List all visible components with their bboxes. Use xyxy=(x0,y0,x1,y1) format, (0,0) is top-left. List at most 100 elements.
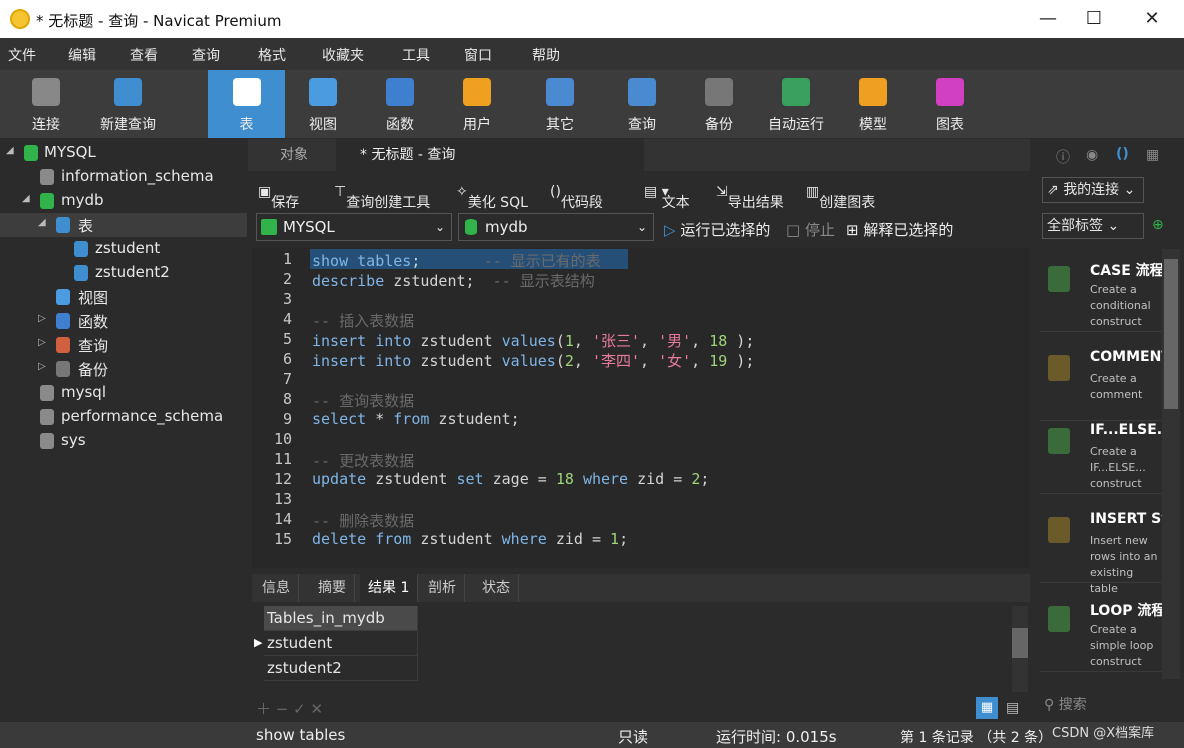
create-chart-button[interactable]: ▥ 创建图表 xyxy=(806,184,875,211)
connect-button[interactable]: 连接 xyxy=(14,70,78,138)
snippet-icon[interactable]: () xyxy=(1116,146,1129,162)
grid-view-icon[interactable]: ▦ xyxy=(976,697,998,719)
tab-result-1[interactable]: 结果 1 xyxy=(360,574,419,602)
snippet-icon xyxy=(1048,266,1070,292)
menu-window[interactable]: 窗口 xyxy=(464,45,492,65)
code-snippet-button[interactable]: () 代码段 xyxy=(550,184,603,211)
tree-item-backups[interactable]: ▷ 备份 xyxy=(0,357,247,381)
user-icon xyxy=(463,78,491,106)
column-header[interactable]: Tables_in_mydb xyxy=(264,606,418,631)
menu-tools[interactable]: 工具 xyxy=(402,45,430,65)
my-connections-select[interactable]: ⇗ 我的连接 ⌄ xyxy=(1042,177,1144,203)
tag-select[interactable]: 全部标签 ⌄ xyxy=(1042,213,1144,239)
snippet-card[interactable]: INSERT SyInsert new rows into an existin… xyxy=(1040,503,1162,595)
view-button[interactable]: 视图 xyxy=(292,70,354,138)
snippet-scrollbar[interactable] xyxy=(1162,249,1180,679)
snippet-card[interactable]: COMMENTCreate a comment xyxy=(1040,341,1162,421)
query-builder-button[interactable]: ⊤ 查询创建工具 xyxy=(334,184,430,211)
tree-item-mydb[interactable]: ◢ mydb xyxy=(0,189,247,213)
tab-objects[interactable]: 对象 xyxy=(268,139,320,171)
info-icon[interactable]: ⓘ xyxy=(1056,147,1070,167)
menu-edit[interactable]: 编辑 xyxy=(68,45,96,65)
query-button[interactable]: 查询 xyxy=(611,70,673,138)
view-icon xyxy=(56,289,70,305)
table-row[interactable]: zstudent2 xyxy=(264,656,418,681)
tab-summary[interactable]: 摘要 xyxy=(310,574,355,602)
tree-item-queries[interactable]: ▷ 查询 xyxy=(0,333,247,357)
code-line: describe zstudent; -- 显示表结构 xyxy=(312,272,595,290)
automation-button[interactable]: 自动运行 xyxy=(762,70,830,138)
database-icon xyxy=(40,409,54,425)
play-icon: ▷ xyxy=(664,221,676,239)
eye-icon[interactable]: ◉ xyxy=(1086,147,1098,163)
snippet-card[interactable]: LOOP 流程控Create a simple loop construct xyxy=(1040,592,1162,672)
tree-item-information-schema[interactable]: information_schema xyxy=(0,165,247,189)
tree-item-views[interactable]: 视图 xyxy=(0,285,247,309)
tree-item-tables[interactable]: ◢ 表 xyxy=(0,213,247,237)
menu-help[interactable]: 帮助 xyxy=(532,45,560,65)
tab-profile[interactable]: 剖析 xyxy=(420,574,465,602)
connection-select[interactable]: MYSQL ⌄ xyxy=(256,213,452,241)
text-button[interactable]: ▤ 文本 ▾ xyxy=(644,184,690,211)
tree-item-mysql-conn[interactable]: ◢ MYSQL xyxy=(0,141,247,165)
snippet-card[interactable]: IF...ELSE...Create a IF...ELSE... constr… xyxy=(1040,414,1162,494)
chart-button[interactable]: 图表 xyxy=(919,70,981,138)
grid-edit-controls[interactable]: ＋ − ✓ ✕ xyxy=(256,698,323,719)
result-scrollbar[interactable] xyxy=(1012,606,1028,692)
tree-item-zstudent2[interactable]: zstudent2 xyxy=(0,261,247,285)
maximize-button[interactable]: ☐ xyxy=(1074,6,1114,32)
menu-favorites[interactable]: 收藏夹 xyxy=(322,45,364,65)
query-icon xyxy=(628,78,656,106)
table-row[interactable]: zstudent xyxy=(264,631,418,656)
tab-query[interactable]: * 无标题 - 查询 xyxy=(336,139,644,171)
tree-item-zstudent[interactable]: zstudent xyxy=(0,237,247,261)
run-selected-button[interactable]: ▷ 运行已选择的 xyxy=(664,219,770,240)
stop-button[interactable]: □ 停止 xyxy=(786,219,835,240)
result-grid: Tables_in_mydb zstudent zstudent2 ▶ xyxy=(252,604,1012,694)
close-button[interactable]: ✕ xyxy=(1132,6,1172,32)
backup-button[interactable]: 备份 xyxy=(688,70,750,138)
menu-format[interactable]: 格式 xyxy=(258,45,286,65)
status-bar: show tables 只读 运行时间: 0.015s 第 1 条记录 （共 2… xyxy=(0,722,1184,748)
model-button[interactable]: 模型 xyxy=(842,70,904,138)
explain-selected-button[interactable]: ⊞ 解释已选择的 xyxy=(846,219,953,240)
user-button[interactable]: 用户 xyxy=(446,70,508,138)
menu-view[interactable]: 查看 xyxy=(130,45,158,65)
tab-info[interactable]: 信息 xyxy=(254,574,299,602)
tools-icon xyxy=(546,78,574,106)
chevron-down-icon: ⌄ xyxy=(434,220,445,234)
function-button[interactable]: 函数 xyxy=(369,70,431,138)
tree-item-mysql-db[interactable]: mysql xyxy=(0,381,247,405)
code-line: update zstudent set zage = 18 where zid … xyxy=(312,470,710,488)
robot-icon xyxy=(782,78,810,106)
form-view-icon[interactable]: ▤ xyxy=(1006,700,1019,716)
database-icon xyxy=(40,169,54,185)
snippet-search-input[interactable]: ⚲ 搜索 xyxy=(1044,694,1087,714)
code-line: insert into zstudent values(2, '李四', '女'… xyxy=(312,352,755,370)
database-select[interactable]: mydb ⌄ xyxy=(458,213,654,241)
tab-status[interactable]: 状态 xyxy=(474,574,519,602)
menu-file[interactable]: 文件 xyxy=(8,45,36,65)
snippet-card[interactable]: CASE 流程控Create a conditional construct xyxy=(1040,252,1162,332)
backup-icon xyxy=(705,78,733,106)
new-query-button[interactable]: 新建查询 xyxy=(92,70,164,138)
new-query-icon xyxy=(114,78,142,106)
code-line: -- 查询表数据 xyxy=(312,392,415,410)
tree-item-functions[interactable]: ▷ 函数 xyxy=(0,309,247,333)
tree-item-sys[interactable]: sys xyxy=(0,429,247,453)
add-snippet-icon[interactable]: ⊕ xyxy=(1152,217,1164,233)
other-button[interactable]: 其它 xyxy=(529,70,591,138)
tree-item-performance-schema[interactable]: performance_schema xyxy=(0,405,247,429)
collapsed-arrow-icon: ▷ xyxy=(38,361,46,372)
export-result-button[interactable]: ⇲ 导出结果 xyxy=(716,184,784,211)
save-button[interactable]: ▣ 保存 xyxy=(258,184,299,211)
table-icon xyxy=(74,241,88,257)
sql-editor[interactable]: 1 2 3 4 5 6 7 8 9 10 11 12 13 14 15 show… xyxy=(252,248,1030,568)
table-button[interactable]: 表 xyxy=(208,70,285,138)
beautify-sql-button[interactable]: ✧ 美化 SQL xyxy=(456,184,528,211)
minimize-button[interactable]: — xyxy=(1028,6,1068,32)
main-toolbar: 连接 新建查询 表 视图 函数 用户 其它 查询 备份 自动运行 模型 图表 xyxy=(0,70,1184,190)
menu-query[interactable]: 查询 xyxy=(192,45,220,65)
connection-icon xyxy=(261,219,277,235)
grid-icon[interactable]: ▦ xyxy=(1146,147,1159,163)
